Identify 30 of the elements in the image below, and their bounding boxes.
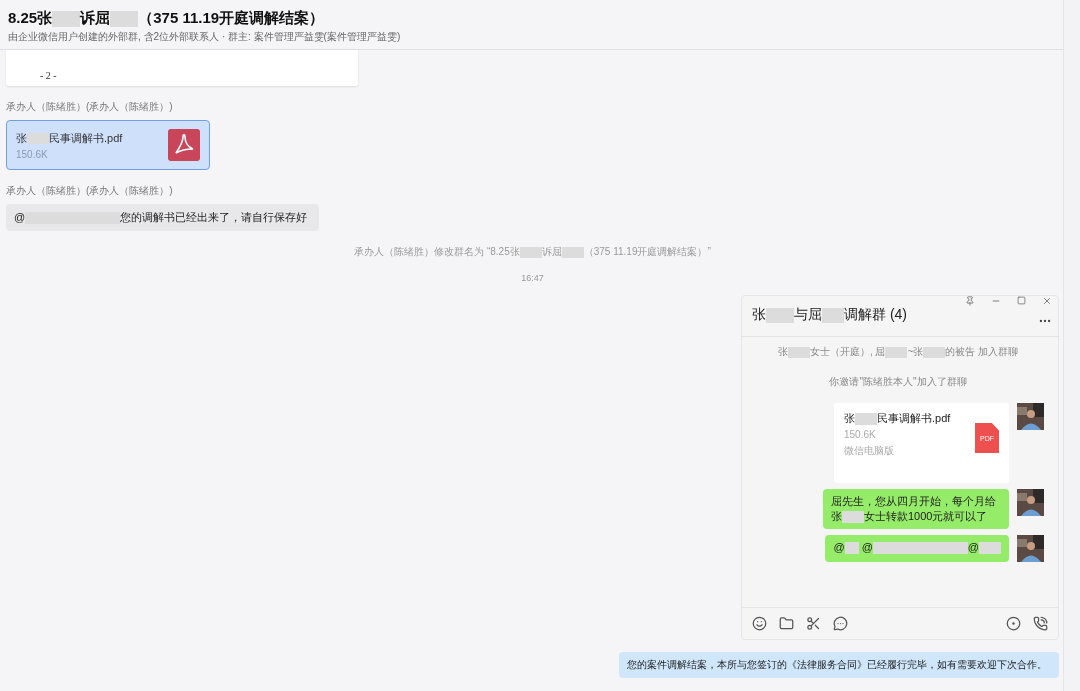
file-name: 张 民事调解书.pdf bbox=[16, 130, 123, 146]
chat-subtitle: 由企业微信用户创建的外部群, 含2位外部联系人 · 群主: 案件管理严益雯(案件管理严益雯) bbox=[8, 30, 402, 44]
message-bubble: 您的案件调解结案，本所与您签订的《法律服务合同》已经履行完毕，如有需要欢迎下次合作。 bbox=[619, 652, 1059, 678]
folder-icon[interactable] bbox=[779, 616, 794, 631]
timestamp: 16:47 bbox=[521, 273, 544, 283]
file-size: 150.6K bbox=[844, 429, 877, 440]
file-name: 张 民事调解书.pdf bbox=[844, 411, 952, 425]
document-preview[interactable]: - 2 - bbox=[6, 50, 358, 86]
pdf-icon bbox=[168, 129, 200, 161]
scissors-icon[interactable] bbox=[806, 616, 821, 631]
sender-name: 承办人（陈绪胜）(承办人（陈绪胜）) bbox=[6, 100, 174, 114]
system-message: 承办人（陈绪胜）修改群名为 “8.25张 诉屈 （375 11.19开庭调解结案）” bbox=[354, 245, 711, 259]
system-message: 你邀请"陈绪胜本人"加入了群聊 bbox=[829, 375, 967, 389]
sender-name: 承办人（陈绪胜）(承办人（陈绪胜）) bbox=[6, 184, 174, 198]
file-size: 150.6K bbox=[16, 148, 49, 160]
chat-title: 8.25张 诉屈 （375 11.19开庭调解结案） bbox=[8, 8, 326, 28]
close-icon[interactable] bbox=[1042, 296, 1052, 306]
chat-icon[interactable] bbox=[833, 616, 848, 631]
file-message[interactable]: 张 民事调解书.pdf 150.6K bbox=[6, 120, 210, 170]
message-bubble: 屈先生，您从四月开始，每个月给张 女士转款1000元就可以了 bbox=[823, 489, 1009, 529]
window-title: 张 与屈 调解群 (4) bbox=[752, 306, 907, 324]
message-bubble: @ 您的调解书已经出来了，请自行保存好 bbox=[6, 204, 320, 231]
system-message: 张 女士（开庭）, 屈 ~张 的被告 加入群聊 bbox=[777, 345, 1019, 359]
page-number: - 2 - bbox=[40, 70, 57, 81]
file-source: 微信电脑版 bbox=[844, 444, 895, 458]
phone-icon[interactable] bbox=[1033, 616, 1048, 631]
message-bubble: @ @ @ bbox=[825, 535, 1009, 562]
record-icon[interactable] bbox=[1006, 616, 1021, 631]
pin-icon[interactable] bbox=[965, 296, 975, 306]
emoji-icon[interactable] bbox=[752, 616, 767, 631]
